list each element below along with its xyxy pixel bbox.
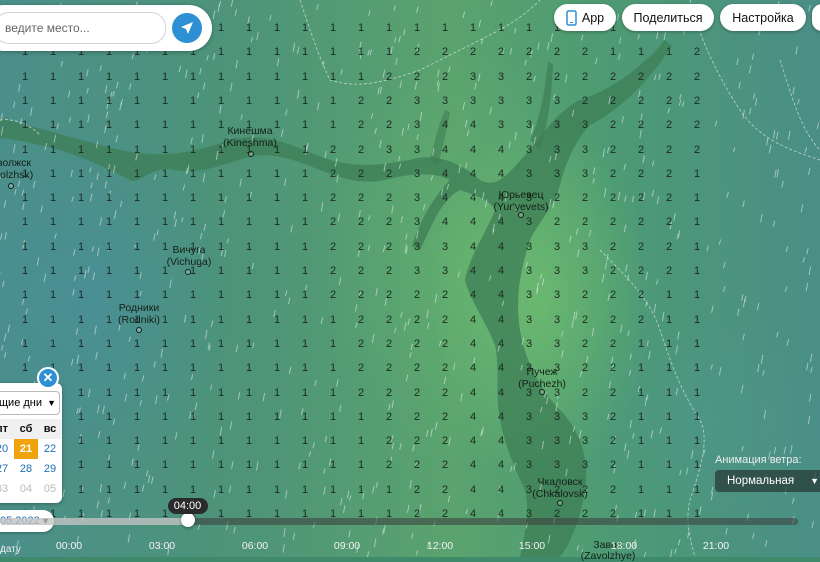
calendar-grid: пт сб вс 20 21 22 27 28 29 03 04 05 bbox=[0, 419, 62, 499]
calendar-panel: щие дни ▼ пт сб вс 20 21 22 27 28 29 03 … bbox=[0, 383, 62, 503]
settings-button[interactable]: Настройка bbox=[720, 4, 806, 31]
share-button[interactable]: Поделиться bbox=[622, 4, 714, 31]
calendar-day[interactable]: 27 bbox=[0, 459, 14, 479]
calendar-day[interactable]: 22 bbox=[38, 439, 62, 459]
close-icon: ✕ bbox=[43, 370, 54, 386]
wind-animation-label: Анимация ветра: bbox=[715, 454, 802, 466]
date-caption: дату bbox=[0, 544, 21, 555]
weekday-header: пт bbox=[0, 419, 14, 439]
calendar-day: 04 bbox=[14, 479, 38, 499]
chevron-down-icon: ▼ bbox=[47, 398, 56, 408]
calendar-day: 05 bbox=[38, 479, 62, 499]
calendar-day[interactable]: 29 bbox=[38, 459, 62, 479]
calendar-day-selected[interactable]: 21 bbox=[14, 439, 38, 459]
calendar-day[interactable]: 20 bbox=[0, 439, 14, 459]
phone-icon bbox=[566, 10, 577, 26]
weather-map[interactable]: 1111111111111111111111112111111111111112… bbox=[0, 0, 820, 557]
weekday-header: сб bbox=[14, 419, 38, 439]
navigation-arrow-icon bbox=[179, 20, 195, 36]
hour-label[interactable]: 06:00 bbox=[235, 540, 275, 552]
timeline-handle[interactable] bbox=[181, 513, 195, 527]
hour-label[interactable]: 12:00 bbox=[420, 540, 460, 552]
hour-label[interactable]: 09:00 bbox=[327, 540, 367, 552]
more-button[interactable] bbox=[812, 4, 820, 31]
calendar-mode-select[interactable]: щие дни ▼ bbox=[0, 391, 60, 415]
weekday-header: вс bbox=[38, 419, 62, 439]
hour-label[interactable]: 03:00 bbox=[142, 540, 182, 552]
app-button[interactable]: App bbox=[554, 4, 616, 31]
hour-label[interactable]: 21:00 bbox=[696, 540, 736, 552]
calendar-close-button[interactable]: ✕ bbox=[37, 367, 59, 389]
locate-button[interactable] bbox=[172, 13, 202, 43]
hour-label[interactable]: 15:00 bbox=[512, 540, 552, 552]
rain-streaks bbox=[0, 0, 820, 557]
hour-label[interactable]: 00:00 bbox=[49, 540, 89, 552]
timeline-progress bbox=[0, 518, 188, 525]
search-bar bbox=[0, 5, 212, 51]
hour-label[interactable]: 18:00 bbox=[604, 540, 644, 552]
wind-animation-select[interactable]: Нормальная ▼ bbox=[715, 470, 820, 492]
calendar-day: 03 bbox=[0, 479, 14, 499]
search-input[interactable] bbox=[0, 12, 166, 44]
calendar-day[interactable]: 28 bbox=[14, 459, 38, 479]
current-time-tooltip: 04:00 bbox=[168, 498, 208, 514]
chevron-down-icon: ▼ bbox=[810, 476, 819, 486]
